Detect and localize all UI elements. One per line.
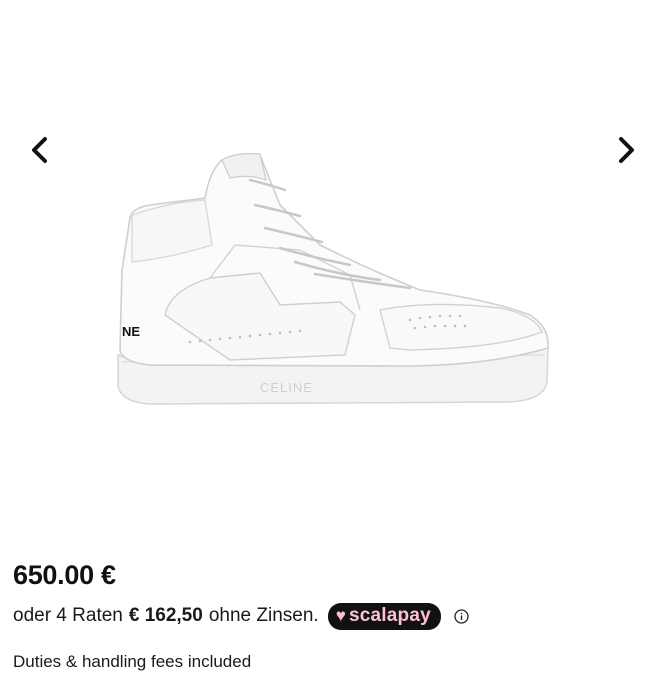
sole-logo: CELINE <box>260 380 313 395</box>
scalapay-badge[interactable]: ♥ scalapay <box>327 602 441 630</box>
installment-suffix: ohne Zinsen. <box>208 605 319 626</box>
info-icon[interactable] <box>454 608 469 624</box>
product-image: NE CELINE <box>117 153 549 405</box>
installment-info: oder 4 Raten € 162,50 ohne Zinsen. ♥ sca… <box>13 601 469 631</box>
duties-note: Duties & handling fees included <box>13 652 252 671</box>
heel-logo: NE <box>122 324 140 339</box>
heart-icon: ♥ <box>335 606 346 625</box>
chevron-left-icon <box>32 137 47 163</box>
gallery-prev-button[interactable] <box>22 132 58 168</box>
installment-amount: € 162,50 <box>128 605 203 626</box>
product-price: 650.00 € <box>13 560 116 590</box>
chevron-right-icon <box>619 137 634 163</box>
installment-prefix: oder 4 Raten <box>13 605 123 626</box>
gallery-next-button[interactable] <box>608 132 644 168</box>
product-gallery: NE CELINE <box>0 0 657 540</box>
scalapay-label: scalapay <box>348 605 431 626</box>
